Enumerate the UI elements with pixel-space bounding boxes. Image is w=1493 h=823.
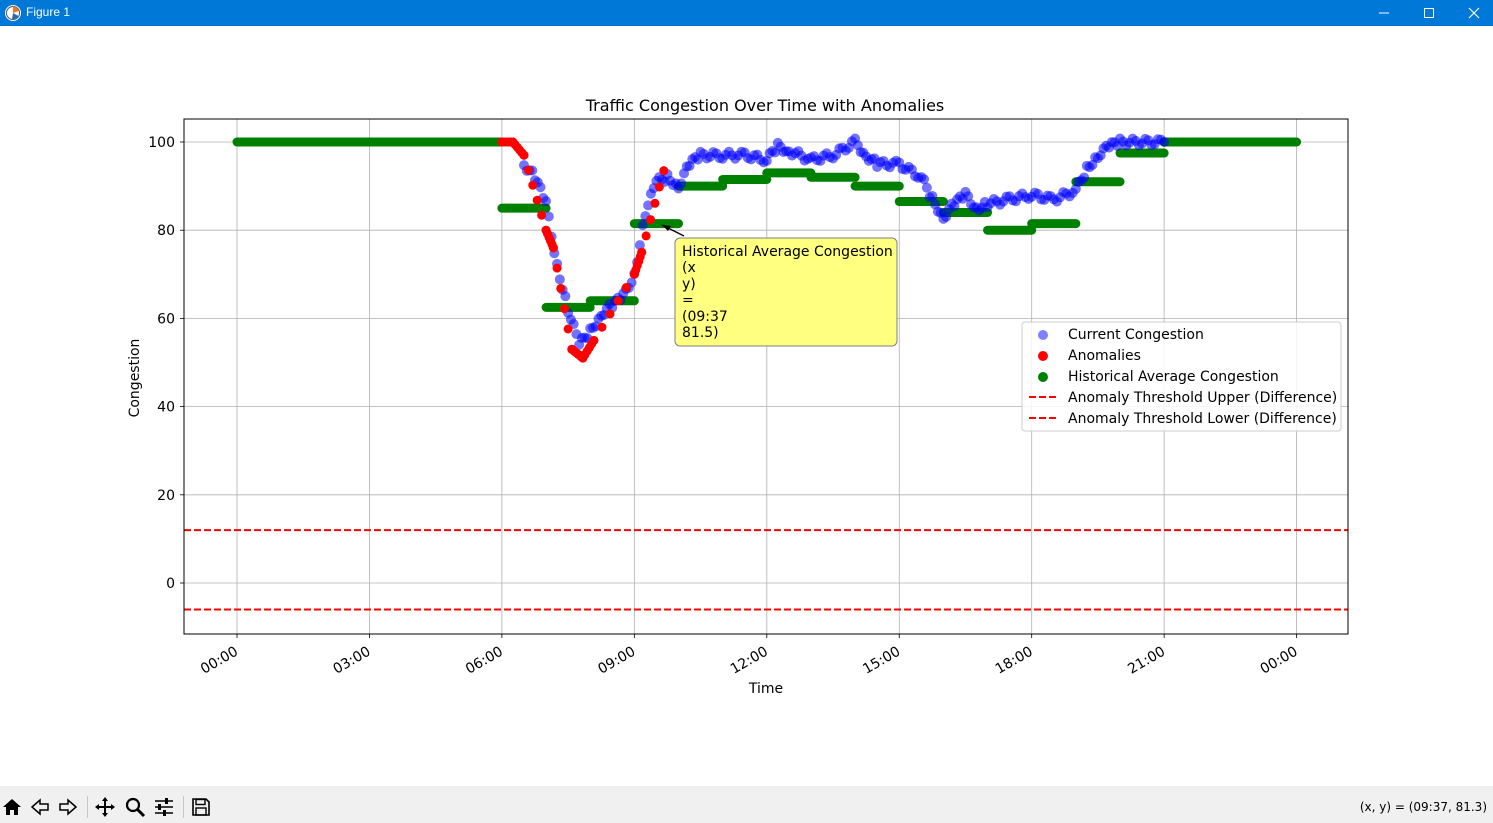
- x-tick-label: 00:00: [1258, 644, 1301, 678]
- anomaly-point: [637, 247, 647, 257]
- x-tick-label: 00:00: [198, 644, 241, 678]
- anomaly-point: [523, 165, 533, 175]
- forward-button[interactable]: [56, 795, 80, 819]
- toolbar-separator: [183, 796, 184, 818]
- zoom-icon: [125, 797, 146, 818]
- y-axis-label: Congestion: [127, 339, 143, 418]
- matplotlib-icon: [5, 5, 21, 21]
- minimize-icon: [1379, 12, 1389, 14]
- anomaly-point: [646, 215, 656, 225]
- anomaly-point: [641, 231, 651, 241]
- anomaly-point: [559, 304, 569, 314]
- x-axis-label: Time: [748, 681, 783, 697]
- current-point: [554, 274, 565, 285]
- y-axis-ticks: 0 20 40 60 80 100: [148, 135, 184, 592]
- threshold-lines: [184, 529, 1348, 611]
- current-point: [1159, 137, 1170, 147]
- x-tick-label: 09:00: [595, 644, 638, 678]
- anomaly-point: [567, 344, 577, 354]
- anomaly-point: [659, 166, 669, 176]
- window-titlebar: Figure 1: [0, 0, 1493, 26]
- anomaly-point: [541, 225, 551, 235]
- chart-canvas[interactable]: Traffic Congestion Over Time with Anomal…: [0, 26, 1493, 786]
- maximize-icon: [1424, 8, 1434, 18]
- anomaly-point: [613, 296, 623, 306]
- forward-icon: [59, 798, 78, 816]
- legend-label-upper: Anomaly Threshold Upper (Difference): [1068, 390, 1337, 406]
- home-icon: [3, 799, 21, 815]
- anomaly-point: [563, 324, 573, 334]
- legend: Current Congestion Anomalies Historical …: [1021, 321, 1342, 432]
- pan-icon: [95, 797, 115, 817]
- back-icon: [30, 798, 49, 816]
- toolbar-separator: [87, 796, 88, 818]
- anomaly-point: [578, 353, 588, 363]
- anomaly-point: [528, 180, 538, 190]
- current-point: [921, 182, 932, 193]
- save-button[interactable]: [189, 795, 213, 819]
- legend-label-anomaly: Anomalies: [1068, 348, 1141, 364]
- x-tick-label: 06:00: [463, 644, 506, 678]
- y-tick-label: 60: [157, 311, 175, 327]
- anomaly-point: [605, 309, 615, 319]
- x-tick-label: 18:00: [993, 644, 1036, 678]
- current-point: [927, 190, 938, 201]
- anomaly-point: [654, 182, 664, 192]
- x-tick-label: 03:00: [330, 644, 373, 678]
- legend-label-historical: Historical Average Congestion: [1068, 369, 1279, 385]
- anomaly-point: [519, 150, 529, 160]
- y-tick-label: 100: [148, 135, 175, 151]
- chart-title: Traffic Congestion Over Time with Anomal…: [585, 96, 945, 115]
- navigation-toolbar: [0, 786, 1493, 823]
- home-button[interactable]: [0, 795, 24, 819]
- x-axis-ticks: 00:00 03:00 06:00 09:00 12:00 15:00 18:00 21:00…: [198, 634, 1301, 678]
- pan-button[interactable]: [93, 795, 117, 819]
- anomaly-point: [621, 283, 631, 293]
- y-tick-label: 20: [157, 488, 175, 504]
- current-point: [541, 196, 552, 207]
- anomaly-point: [589, 335, 599, 345]
- legend-label-lower: Anomaly Threshold Lower (Difference): [1068, 411, 1337, 427]
- anomaly-point: [532, 195, 542, 205]
- close-button[interactable]: [1451, 0, 1493, 26]
- legend-marker-anomaly: [1038, 351, 1048, 361]
- window-title: Figure 1: [26, 5, 71, 19]
- configure-button[interactable]: [152, 795, 176, 819]
- x-tick-label: 12:00: [728, 644, 771, 678]
- y-tick-label: 40: [157, 400, 175, 416]
- anomaly-point: [629, 269, 639, 279]
- save-icon: [192, 798, 210, 816]
- anomaly-point: [497, 137, 507, 147]
- anomaly-point: [650, 198, 660, 208]
- legend-marker-historical: [1038, 372, 1048, 382]
- y-tick-label: 80: [157, 223, 175, 239]
- anomaly-point: [537, 210, 547, 220]
- anomaly-point: [508, 137, 518, 147]
- anomaly-point: [552, 263, 562, 273]
- current-point: [676, 178, 687, 189]
- anomaly-point: [548, 243, 558, 253]
- cursor-coordinates: (x, y) = (09:37, 81.3): [1359, 800, 1487, 814]
- maximize-button[interactable]: [1406, 0, 1452, 26]
- minimize-button[interactable]: [1361, 0, 1407, 26]
- configure-icon: [155, 798, 173, 816]
- current-point: [637, 220, 648, 231]
- close-icon: [1468, 7, 1480, 19]
- anomaly-point: [597, 322, 607, 332]
- current-point: [1079, 172, 1090, 183]
- x-tick-label: 15:00: [860, 644, 903, 678]
- legend-marker-current: [1038, 330, 1048, 340]
- x-tick-label: 21:00: [1125, 644, 1168, 678]
- y-tick-label: 0: [166, 576, 175, 592]
- annotation: Historical Average Congestion (x y) = (0…: [661, 224, 898, 347]
- legend-label-current: Current Congestion: [1068, 327, 1204, 343]
- anomaly-point: [556, 283, 566, 293]
- zoom-button[interactable]: [123, 795, 147, 819]
- back-button[interactable]: [28, 795, 52, 819]
